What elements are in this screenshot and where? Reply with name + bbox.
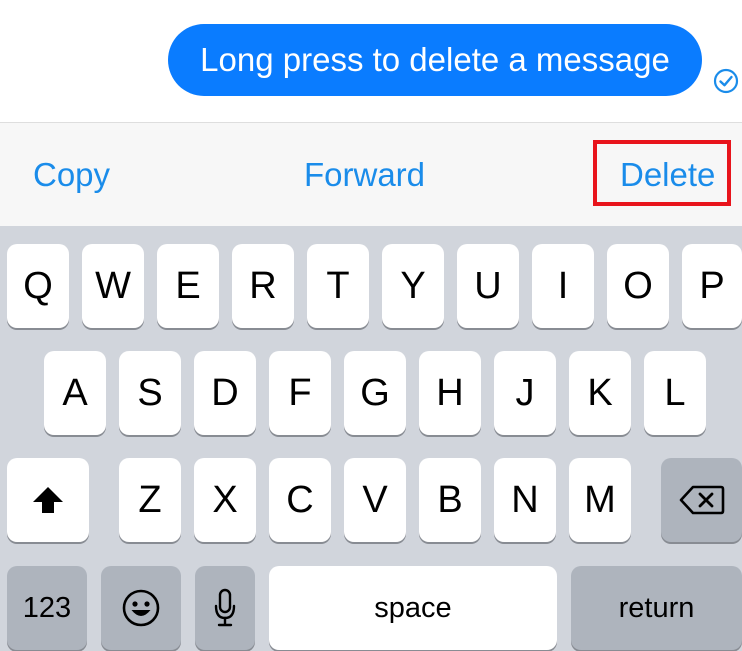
- key-o[interactable]: O: [607, 244, 669, 328]
- message-action-bar: Copy Forward Delete: [0, 123, 742, 226]
- key-w[interactable]: W: [82, 244, 144, 328]
- copy-action[interactable]: Copy: [33, 123, 110, 226]
- keyboard: Q W E R T Y U I O P A S D F G H J K L Z …: [0, 226, 742, 651]
- key-c[interactable]: C: [269, 458, 331, 542]
- space-key[interactable]: space: [269, 566, 557, 650]
- key-h[interactable]: H: [419, 351, 481, 435]
- key-z[interactable]: Z: [119, 458, 181, 542]
- backspace-icon: [679, 484, 725, 516]
- key-r[interactable]: R: [232, 244, 294, 328]
- message-text: Long press to delete a message: [200, 41, 670, 78]
- microphone-icon: [213, 588, 237, 628]
- backspace-key[interactable]: [661, 458, 742, 542]
- key-d[interactable]: D: [194, 351, 256, 435]
- key-m[interactable]: M: [569, 458, 631, 542]
- forward-action[interactable]: Forward: [304, 123, 425, 226]
- emoji-key[interactable]: [101, 566, 181, 650]
- key-g[interactable]: G: [344, 351, 406, 435]
- shift-arrow-icon: [31, 485, 65, 515]
- dictation-key[interactable]: [195, 566, 255, 650]
- key-l[interactable]: L: [644, 351, 706, 435]
- shift-key[interactable]: [7, 458, 89, 542]
- key-t[interactable]: T: [307, 244, 369, 328]
- key-s[interactable]: S: [119, 351, 181, 435]
- key-f[interactable]: F: [269, 351, 331, 435]
- message-bubble[interactable]: Long press to delete a message: [168, 24, 702, 96]
- key-q[interactable]: Q: [7, 244, 69, 328]
- numbers-key[interactable]: 123: [7, 566, 87, 650]
- key-k[interactable]: K: [569, 351, 631, 435]
- key-b[interactable]: B: [419, 458, 481, 542]
- key-j[interactable]: J: [494, 351, 556, 435]
- key-x[interactable]: X: [194, 458, 256, 542]
- key-y[interactable]: Y: [382, 244, 444, 328]
- conversation-area: Long press to delete a message: [0, 0, 742, 122]
- return-key[interactable]: return: [571, 566, 742, 650]
- key-i[interactable]: I: [532, 244, 594, 328]
- key-p[interactable]: P: [682, 244, 742, 328]
- key-n[interactable]: N: [494, 458, 556, 542]
- check-circle-icon: [713, 68, 739, 94]
- key-a[interactable]: A: [44, 351, 106, 435]
- key-v[interactable]: V: [344, 458, 406, 542]
- key-e[interactable]: E: [157, 244, 219, 328]
- delete-action[interactable]: Delete: [620, 123, 715, 226]
- key-u[interactable]: U: [457, 244, 519, 328]
- emoji-icon: [121, 588, 161, 628]
